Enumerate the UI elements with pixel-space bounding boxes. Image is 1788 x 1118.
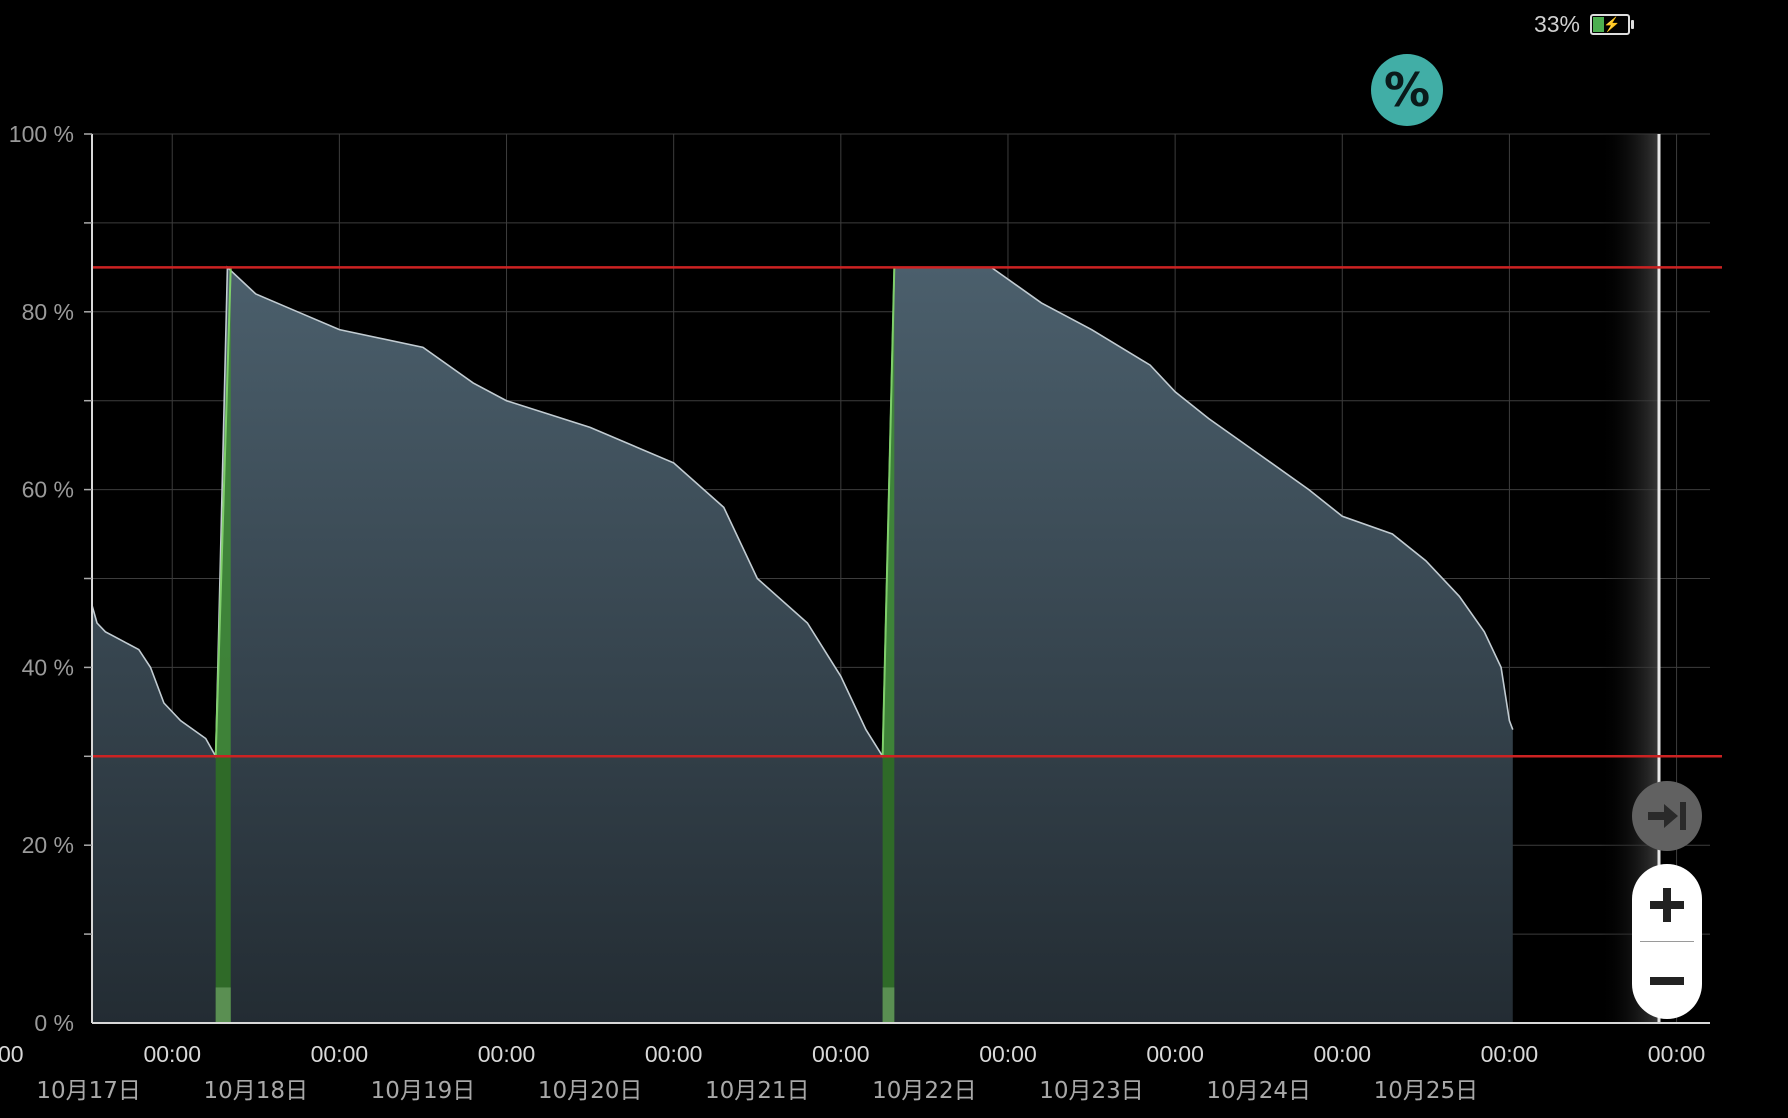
x-tick-label: 00:00 <box>478 1041 536 1067</box>
left-fade <box>0 134 92 1023</box>
y-tick-label: 20 % <box>22 832 74 858</box>
x-tick-label: 00:00 <box>1648 1041 1706 1067</box>
x-date-label: 10月24日 <box>1206 1078 1311 1104</box>
x-date-label: 10月19日 <box>371 1078 476 1104</box>
x-date-label: 10月25日 <box>1374 1078 1479 1104</box>
x-tick-label: 00:00 <box>311 1041 369 1067</box>
x-date-label: 10月18日 <box>204 1078 309 1104</box>
plus-icon <box>1650 888 1684 922</box>
x-tick-label: 00:00 <box>645 1041 703 1067</box>
x-date-label: 10月21日 <box>705 1078 810 1104</box>
x-tick-label: 00 <box>0 1041 24 1067</box>
battery-percent-text: 33% <box>1533 11 1580 37</box>
percent-toggle-button[interactable]: % <box>1371 54 1443 126</box>
y-tick-label: 40 % <box>22 654 74 680</box>
zoom-in-button[interactable] <box>1632 870 1702 940</box>
charging-bar <box>215 756 231 1023</box>
zoom-separator <box>1640 941 1694 942</box>
x-tick-label: 00:00 <box>1481 1041 1539 1067</box>
battery-area <box>91 265 1514 1023</box>
battery-level-fill <box>92 267 1513 1023</box>
x-date-label: 10月22日 <box>872 1078 977 1104</box>
jump-to-end-icon <box>1648 802 1686 830</box>
x-date-label: 10月20日 <box>538 1078 643 1104</box>
charging-bar-base <box>215 987 231 1023</box>
bolt-icon: ⚡ <box>1603 16 1621 32</box>
x-tick-label: 00:00 <box>143 1041 201 1067</box>
y-tick-label: 100 % <box>9 121 74 147</box>
charging-bar <box>882 756 895 1023</box>
zoom-out-button[interactable] <box>1632 946 1702 1016</box>
x-tick-label: 00:00 <box>1313 1041 1371 1067</box>
x-date-label: 10月17日 <box>36 1078 141 1104</box>
minus-icon <box>1650 977 1684 985</box>
charging-bar-base <box>882 987 895 1023</box>
x-tick-label: 00:00 <box>1146 1041 1204 1067</box>
x-tick-label: 00:00 <box>812 1041 870 1067</box>
jump-to-end-button[interactable] <box>1632 781 1702 851</box>
y-tick-label: 80 % <box>22 299 74 325</box>
x-date-label: 10月23日 <box>1039 1078 1144 1104</box>
x-tick-label: 00:00 <box>979 1041 1037 1067</box>
y-tick-label: 60 % <box>22 477 74 503</box>
zoom-controls <box>1632 864 1702 1019</box>
battery-charging-icon: ⚡ <box>1590 14 1634 35</box>
y-tick-label: 0 % <box>34 1010 74 1036</box>
battery-level-chart[interactable]: 0 % 20 % 40 % 60 % 80 % 100 % 00 00:00 00:00 00:0… <box>0 0 1788 1118</box>
status-bar: 33% ⚡ <box>1533 11 1634 38</box>
